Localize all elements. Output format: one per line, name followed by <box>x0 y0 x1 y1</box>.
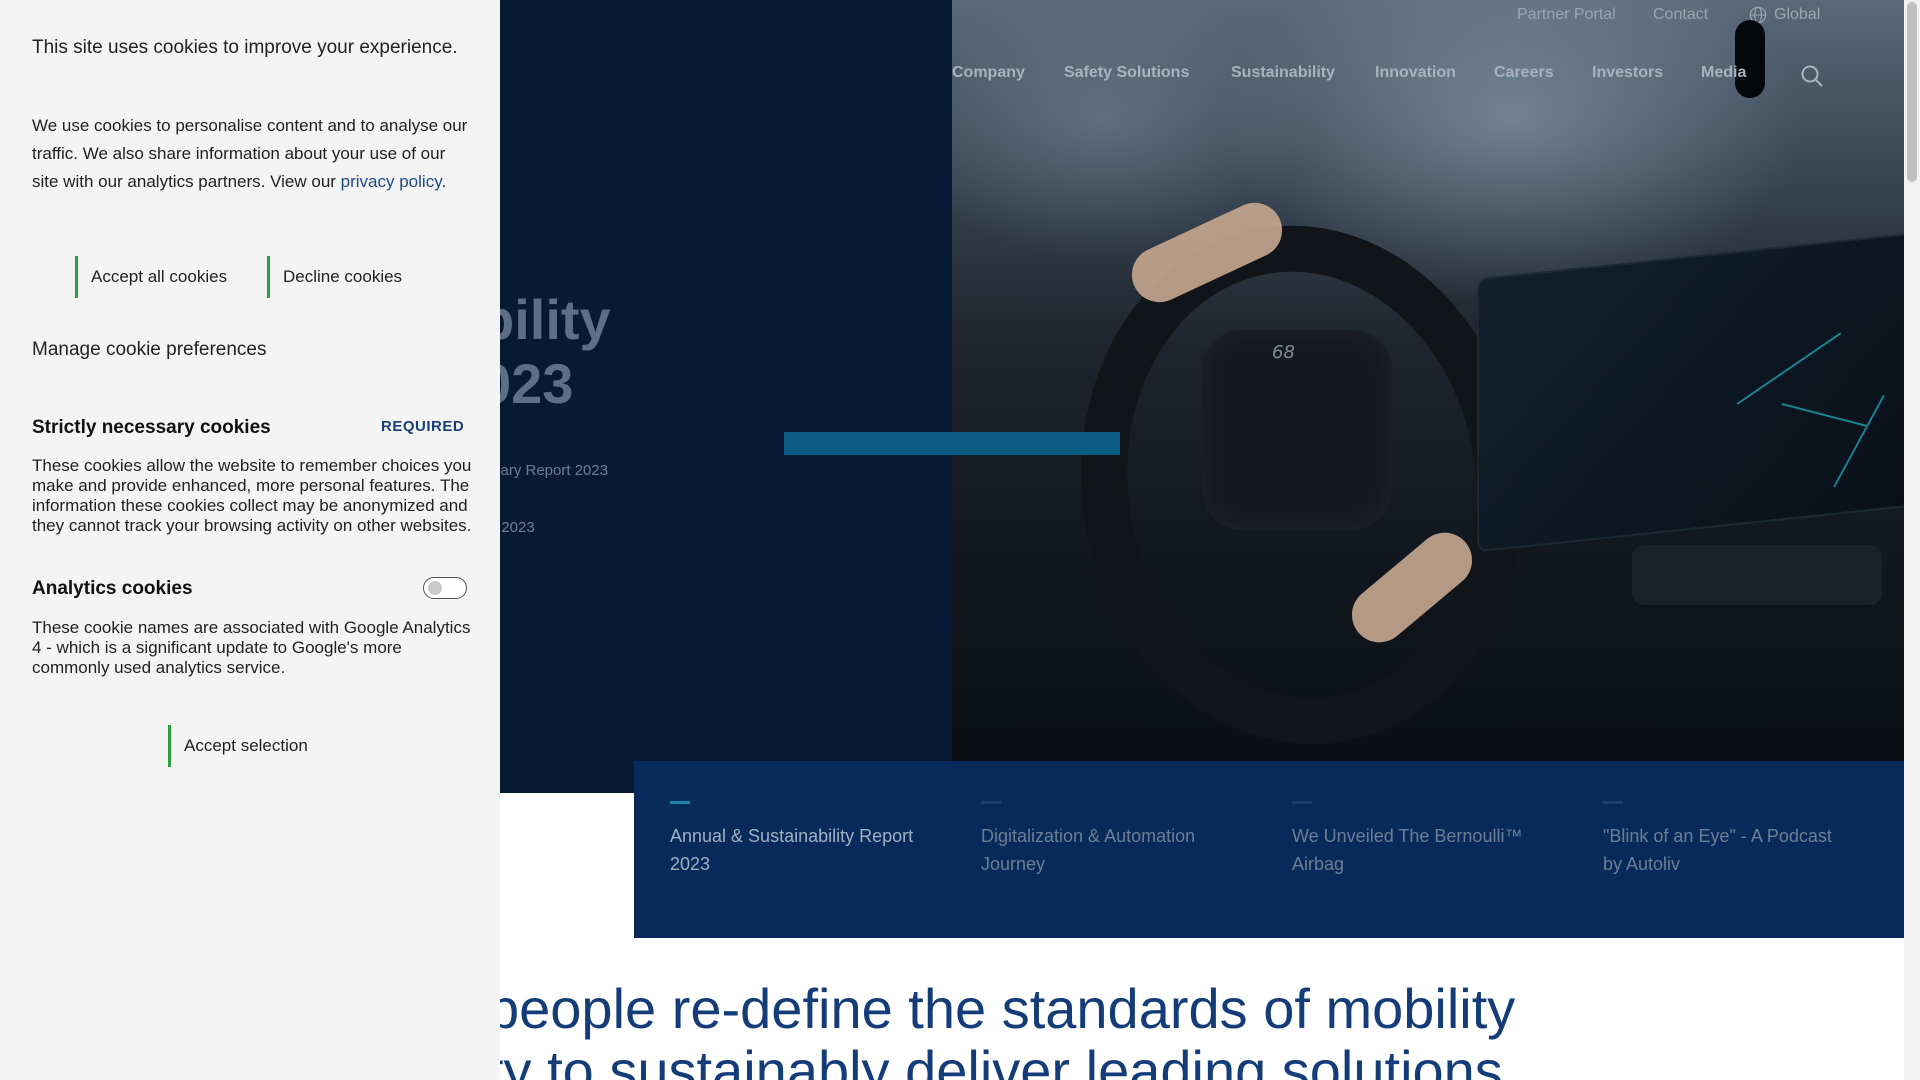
nav-sustainability[interactable]: Sustainability <box>1231 64 1335 82</box>
feature-tiles: Annual & Sustainability Report 2023 Digi… <box>634 761 1904 938</box>
tile-podcast[interactable]: "Blink of an Eye" - A Podcast by Autoliv <box>1603 801 1853 878</box>
analytics-cookies-description: These cookie names are associated with G… <box>32 618 471 677</box>
tile-digitalization[interactable]: Digitalization & Automation Journey <box>981 801 1231 878</box>
hub-readout: 68 <box>1272 342 1295 363</box>
toggle-knob <box>428 581 442 595</box>
hero-image: 68 <box>952 0 1904 761</box>
hero-progress-bar <box>784 432 1120 455</box>
tile-annual-report[interactable]: Annual & Sustainability Report 2023 <box>670 801 920 878</box>
page-scrollbar[interactable] <box>1904 0 1920 1080</box>
tile-title: "Blink of an Eye" - A Podcast by Autoliv <box>1603 826 1832 874</box>
manage-preferences-heading: Manage cookie preferences <box>32 339 267 360</box>
tile-title: We Unveiled The Bernoulli™ Airbag <box>1292 826 1523 874</box>
cookie-heading: This site uses cookies to improve your e… <box>32 37 458 58</box>
tile-indicator <box>981 801 1001 804</box>
tile-title: Annual & Sustainability Report 2023 <box>670 826 914 874</box>
nav-company[interactable]: Company <box>952 64 1025 82</box>
privacy-policy-link[interactable]: privacy policy <box>341 172 442 191</box>
nav-careers[interactable]: Careers <box>1494 64 1554 82</box>
required-badge: REQUIRED <box>381 418 465 435</box>
tile-indicator <box>670 801 690 804</box>
accept-selection-button[interactable]: Accept selection <box>168 725 308 767</box>
search-icon[interactable] <box>1800 64 1824 88</box>
tile-bernoulli-airbag[interactable]: We Unveiled The Bernoulli™ Airbag <box>1292 801 1542 878</box>
nav-investors[interactable]: Investors <box>1592 64 1663 82</box>
steering-hub-graphic <box>1202 330 1392 530</box>
tile-indicator <box>1603 801 1623 804</box>
nav-media[interactable]: Media <box>1701 64 1746 82</box>
accept-all-cookies-button[interactable]: Accept all cookies <box>75 256 227 298</box>
tile-indicator <box>1292 801 1312 804</box>
cookie-intro: We use cookies to personalise content an… <box>32 116 468 191</box>
scrollbar-thumb[interactable] <box>1907 2 1917 182</box>
partner-portal-link[interactable]: Partner Portal <box>1517 6 1616 24</box>
contact-link[interactable]: Contact <box>1653 6 1708 24</box>
hero-link-summary[interactable]: mary Report 2023 <box>488 462 608 479</box>
air-vent-graphic <box>1632 545 1882 605</box>
mission-statement: people re-define the standards of mobili… <box>488 977 1516 1080</box>
strict-cookies-description: These cookies allow the website to remem… <box>32 456 472 535</box>
nav-innovation[interactable]: Innovation <box>1375 64 1456 82</box>
analytics-toggle[interactable] <box>423 577 467 599</box>
nav-safety-solutions[interactable]: Safety Solutions <box>1064 64 1189 82</box>
region-selector[interactable]: Global <box>1774 6 1820 24</box>
cookie-consent-panel: This site uses cookies to improve your e… <box>0 0 500 1080</box>
dashboard-screen-graphic <box>1477 231 1904 553</box>
cursor-shadow-graphic <box>1735 20 1765 98</box>
strict-cookies-title: Strictly necessary cookies <box>32 417 271 438</box>
analytics-cookies-title: Analytics cookies <box>32 578 193 599</box>
decline-cookies-button[interactable]: Decline cookies <box>267 256 402 298</box>
tile-title: Digitalization & Automation Journey <box>981 826 1196 874</box>
